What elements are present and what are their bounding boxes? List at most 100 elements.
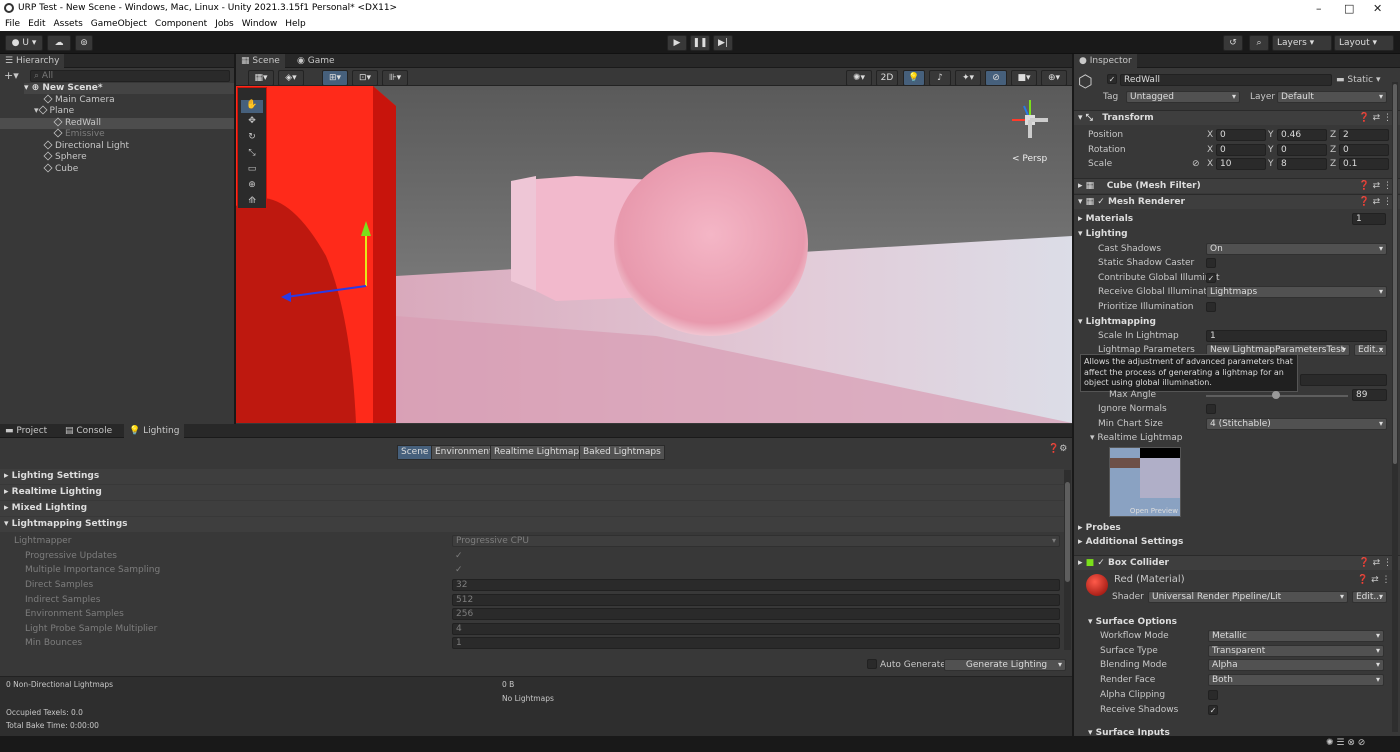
lightmap-preview[interactable]: Open Preview (1109, 447, 1181, 517)
surface-type-dropdown[interactable]: Transparent (1208, 645, 1384, 657)
min-chart-dropdown[interactable]: 4 (Stitchable) (1206, 418, 1387, 430)
search-icon[interactable]: ⌕ (1249, 35, 1269, 51)
tag-dropdown[interactable]: Untagged (1126, 91, 1240, 103)
mesh-renderer-header[interactable]: ▾ ▦ ✓ Mesh Renderer ❓ ⇄ ⋮ (1074, 194, 1400, 209)
open-preview-label[interactable]: Open Preview (1130, 507, 1178, 515)
realtime-lightmap-foldout[interactable]: ▾ Realtime Lightmap (1090, 432, 1182, 444)
surface-options-foldout[interactable]: ▾ Surface Options (1088, 615, 1177, 629)
scale-tool-icon[interactable]: ⤡ (241, 148, 263, 161)
rotate-tool-icon[interactable]: ↻ (241, 132, 263, 145)
component-menu-icon[interactable]: ❓ ⇄ ⋮ (1359, 113, 1392, 123)
receive-shadows-checkbox[interactable]: ✓ (1208, 705, 1218, 715)
cast-shadows-dropdown[interactable]: On (1206, 243, 1387, 255)
transform-header[interactable]: ▾ ⤡ Transform ❓ ⇄ ⋮ (1074, 110, 1400, 125)
tab-console[interactable]: ▤ Console (60, 424, 117, 438)
audio-toggle-icon[interactable]: ♪ (929, 70, 951, 86)
orientation-gizmo[interactable] (1004, 94, 1056, 146)
pause-button[interactable]: ❚❚ (690, 35, 710, 51)
step-button[interactable]: ▶| (713, 35, 733, 51)
section-mixed-lighting[interactable]: ▸ Mixed Lighting (0, 501, 1064, 516)
custom-tool-icon[interactable]: ⟰ (241, 196, 263, 209)
move-tool-icon[interactable]: ✥ (241, 116, 263, 129)
scale-x-field[interactable]: 10 (1216, 158, 1266, 170)
rotation-x-field[interactable]: 0 (1216, 144, 1266, 156)
menu-gameobject[interactable]: GameObject (91, 17, 147, 31)
progressive-updates-check[interactable]: ✓ (455, 550, 463, 562)
menu-file[interactable]: File (5, 17, 20, 31)
generate-lighting-button[interactable]: Generate Lighting (944, 659, 1066, 671)
transform-tool-icon[interactable]: ⊕ (241, 180, 263, 193)
snap-settings-icon[interactable]: ⊡▾ (352, 70, 378, 86)
link-icon[interactable]: ⊘ (1192, 158, 1200, 170)
alpha-clip-checkbox[interactable] (1208, 690, 1218, 700)
help-icon[interactable]: ❓⚙ (1048, 444, 1067, 454)
box-collider-header[interactable]: ▸ ■ ✓ Box Collider ❓ ⇄ ⋮ (1074, 555, 1400, 570)
contribute-gi-checkbox[interactable]: ✓ (1206, 273, 1216, 283)
close-button[interactable]: ✕ (1373, 0, 1382, 17)
tree-item-emissive[interactable]: Emissive (53, 128, 105, 140)
section-lighting-settings[interactable]: ▸ Lighting Settings (0, 469, 1064, 484)
layers-dropdown[interactable]: Layers ▾ (1272, 35, 1332, 51)
tree-item-redwall[interactable]: RedWall (0, 117, 234, 129)
hierarchy-search-input[interactable]: ⌕ All (30, 70, 230, 82)
menu-component[interactable]: Component (155, 17, 207, 31)
section-realtime-lighting[interactable]: ▸ Realtime Lighting (0, 485, 1064, 500)
history-icon[interactable]: ↺ (1223, 35, 1243, 51)
tree-item-directional-light[interactable]: Directional Light (43, 140, 129, 152)
position-y-field[interactable]: 0.46 (1277, 129, 1327, 141)
tree-item-plane[interactable]: ▾ Plane (34, 105, 74, 117)
cloud-icon[interactable]: ☁ (47, 35, 71, 51)
tab-scene[interactable]: ▦ Scene (236, 54, 285, 68)
menu-help[interactable]: Help (285, 17, 306, 31)
fx-toggle-icon[interactable]: ✦▾ (955, 70, 981, 86)
rotation-y-field[interactable]: 0 (1277, 144, 1327, 156)
tree-item-sphere[interactable]: Sphere (43, 151, 87, 163)
ignore-normals-checkbox[interactable] (1206, 404, 1216, 414)
scale-y-field[interactable]: 8 (1277, 158, 1327, 170)
minimize-button[interactable]: – (1316, 0, 1322, 17)
tab-game[interactable]: ◉ Game (292, 54, 340, 68)
play-button[interactable]: ▶ (667, 35, 687, 51)
tab-inspector[interactable]: ● Inspector (1074, 54, 1137, 68)
material-menu-icon[interactable]: ❓ ⇄ ⋮ (1357, 574, 1390, 586)
render-mode-dropdown[interactable]: ◈▾ (278, 70, 304, 86)
layout-dropdown[interactable]: Layout ▾ (1334, 35, 1394, 51)
surface-inputs-foldout[interactable]: ▾ Surface Inputs (1088, 726, 1170, 736)
account-dropdown[interactable]: ● U ▾ (5, 35, 43, 51)
scene-root[interactable]: ▾ ⊕ New Scene* (24, 83, 234, 94)
layer-dropdown[interactable]: Default (1277, 91, 1387, 103)
hidden-toggle-icon[interactable]: ⊘ (985, 70, 1007, 86)
position-z-field[interactable]: 2 (1339, 129, 1389, 141)
menu-window[interactable]: Window (242, 17, 278, 31)
shader-dropdown[interactable]: Universal Render Pipeline/Lit (1148, 591, 1348, 603)
menu-edit[interactable]: Edit (28, 17, 45, 31)
2d-toggle[interactable]: 2D (876, 70, 898, 86)
projection-label[interactable]: < Persp (1012, 154, 1047, 164)
mesh-filter-header[interactable]: ▸ ▦ Cube (Mesh Filter) ❓ ⇄ ⋮ (1074, 178, 1400, 193)
inspector-scrollbar[interactable] (1392, 82, 1398, 732)
additional-settings-foldout[interactable]: ▸ Additional Settings (1078, 535, 1183, 549)
mis-check[interactable]: ✓ (455, 564, 463, 576)
workflow-dropdown[interactable]: Metallic (1208, 630, 1384, 642)
scale-in-lightmap-field[interactable]: 1 (1206, 330, 1387, 342)
lightmapper-dropdown[interactable]: Progressive CPU (452, 535, 1060, 547)
maximize-button[interactable]: □ (1344, 0, 1354, 17)
probes-foldout[interactable]: ▸ Probes (1078, 521, 1121, 535)
status-icons[interactable]: ✺ ☰ ⊗ ⊘ (1326, 738, 1365, 748)
menu-jobs[interactable]: Jobs (215, 17, 234, 31)
scene-viewport[interactable]: ✋ ✥ ↻ ⤡ ▭ ⊕ ⟰ < Persp (236, 86, 1072, 423)
lightmapping-foldout[interactable]: ▾ Lightmapping (1078, 315, 1156, 329)
tab-hierarchy[interactable]: ☰ Hierarchy (0, 54, 65, 68)
receive-gi-dropdown[interactable]: Lightmaps (1206, 286, 1387, 298)
effects-icon[interactable]: ✺▾ (846, 70, 872, 86)
edit-shader-button[interactable]: Edit... (1352, 591, 1387, 603)
probe-multiplier-field[interactable]: 4 (452, 623, 1060, 635)
tree-item-cube[interactable]: Cube (43, 163, 78, 175)
gizmos-icon[interactable]: ⊕▾ (1041, 70, 1067, 86)
increment-snap-icon[interactable]: ⊪▾ (382, 70, 408, 86)
indirect-samples-field[interactable]: 512 (452, 594, 1060, 606)
direct-samples-field[interactable]: 32 (452, 579, 1060, 591)
rect-tool-icon[interactable]: ▭ (241, 164, 263, 177)
object-name-input[interactable]: RedWall (1120, 74, 1332, 86)
scale-z-field[interactable]: 0.1 (1339, 158, 1389, 170)
